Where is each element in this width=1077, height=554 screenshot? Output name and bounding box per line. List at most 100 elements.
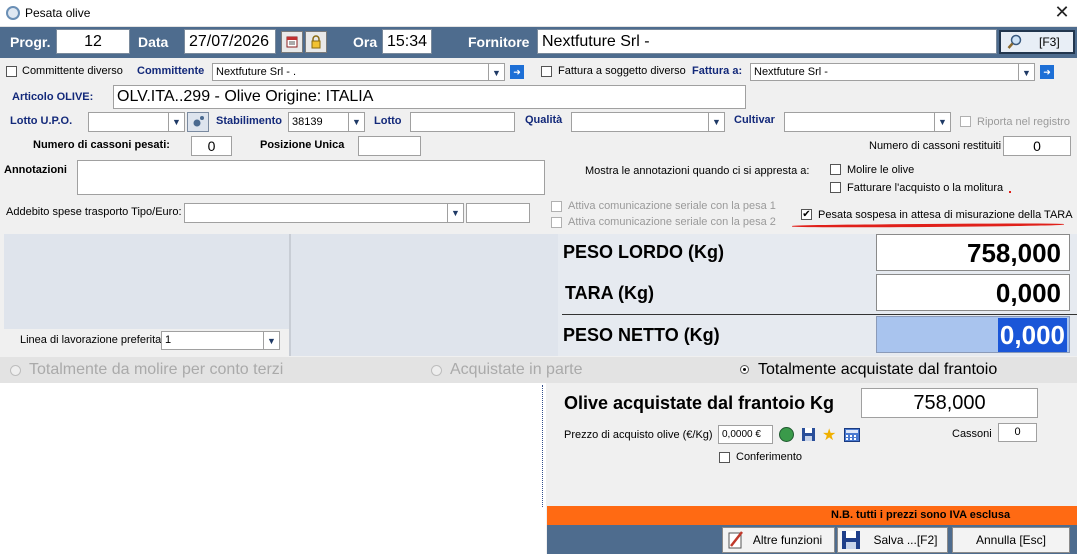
floppy-icon bbox=[841, 530, 861, 554]
lock-icon[interactable] bbox=[305, 31, 327, 53]
linea-label: Linea di lavorazione preferita bbox=[20, 334, 162, 346]
calendar-icon[interactable] bbox=[281, 31, 303, 53]
radio-acquistate-parte-label: Acquistate in parte bbox=[450, 361, 583, 378]
progr-label: Progr. bbox=[10, 34, 51, 50]
altre-funzioni-button[interactable]: Altre funzioni bbox=[722, 527, 835, 553]
stabilimento-label: Stabilimento bbox=[216, 115, 283, 127]
fattura-label: Fattura a: bbox=[692, 65, 743, 77]
cassoni-pesati-field[interactable]: 0 bbox=[191, 136, 232, 156]
addebito-label: Addebito spese trasporto Tipo/Euro: bbox=[6, 206, 182, 218]
title-bar bbox=[0, 0, 1077, 27]
committente-diverso-checkbox[interactable] bbox=[6, 66, 17, 77]
stabilimento-select[interactable]: 38139 ▼ bbox=[288, 112, 365, 132]
peso-netto-field[interactable]: 0,000 bbox=[876, 316, 1070, 353]
qualita-label: Qualità bbox=[525, 114, 563, 126]
articolo-field[interactable]: OLV.ITA..299 - Olive Origine: ITALIA bbox=[113, 85, 746, 109]
go-fattura-icon[interactable]: ➜ bbox=[1040, 65, 1054, 79]
cassoni-restituiti-field[interactable]: 0 bbox=[1003, 136, 1071, 156]
radio-molire-terzi[interactable] bbox=[10, 365, 21, 376]
save-icon[interactable] bbox=[801, 427, 816, 445]
chevron-down-icon[interactable]: ▼ bbox=[447, 204, 463, 222]
calculator-icon[interactable] bbox=[844, 428, 860, 445]
settings-icon[interactable] bbox=[187, 112, 209, 132]
cancel-button[interactable]: Annulla [Esc] bbox=[952, 527, 1070, 553]
addebito-tipo-select[interactable]: ▼ bbox=[184, 203, 464, 223]
red-dot bbox=[1009, 191, 1011, 193]
fatturare-checkbox[interactable] bbox=[830, 182, 841, 193]
peso-lordo-field[interactable]: 758,000 bbox=[876, 234, 1070, 271]
lotto-field[interactable] bbox=[410, 112, 515, 132]
cassoni-label: Cassoni bbox=[952, 428, 992, 440]
fattura-select[interactable]: Nextfuture Srl - ▼ bbox=[750, 63, 1035, 81]
fattura-diverso-checkbox[interactable] bbox=[541, 66, 552, 77]
committente-diverso-label: Committente diverso bbox=[22, 65, 123, 77]
cassoni-pesati-label: Numero di cassoni pesati: bbox=[33, 139, 170, 151]
cultivar-select[interactable]: ▼ bbox=[784, 112, 951, 132]
iva-note: N.B. tutti i prezzi sono IVA esclusa bbox=[831, 509, 1011, 521]
fornitore-field[interactable]: Nextfuture Srl - bbox=[537, 29, 997, 54]
qualita-select[interactable]: ▼ bbox=[571, 112, 725, 132]
cultivar-label: Cultivar bbox=[734, 114, 775, 126]
linea-select[interactable]: 1 ▼ bbox=[161, 331, 280, 350]
dotted-divider bbox=[542, 385, 543, 507]
linea-value: 1 bbox=[165, 334, 172, 346]
conferimento-label: Conferimento bbox=[736, 451, 803, 463]
pesata-sospesa-checkbox[interactable]: ✔ bbox=[801, 209, 812, 220]
tara-field[interactable]: 0,000 bbox=[876, 274, 1070, 311]
search-fornitore-button[interactable]: [F3] bbox=[999, 30, 1075, 54]
annotazioni-label: Annotazioni bbox=[4, 164, 67, 176]
prezzo-label: Prezzo di acquisto olive (€/Kg) bbox=[564, 429, 713, 441]
sum-divider bbox=[562, 314, 1077, 315]
committente-label: Committente bbox=[137, 65, 205, 77]
chevron-down-icon[interactable]: ▼ bbox=[1018, 64, 1034, 80]
chevron-down-icon[interactable]: ▼ bbox=[263, 332, 279, 349]
chevron-down-icon[interactable]: ▼ bbox=[348, 113, 364, 131]
time-field[interactable]: 15:34 bbox=[382, 29, 432, 54]
committente-value: Nextfuture Srl - . bbox=[216, 66, 297, 78]
radio-acquistate-parte[interactable] bbox=[431, 365, 442, 376]
left-image-panel bbox=[4, 234, 289, 329]
prezzo-field[interactable]: 0,0000 € bbox=[718, 425, 773, 444]
save-button[interactable]: Salva ...[F2] bbox=[837, 527, 948, 553]
seriale1-checkbox[interactable] bbox=[551, 201, 562, 212]
molire-checkbox[interactable] bbox=[830, 164, 841, 175]
posizione-unica-field[interactable] bbox=[358, 136, 421, 156]
chevron-down-icon[interactable]: ▼ bbox=[168, 113, 184, 131]
ora-label: Ora bbox=[353, 34, 378, 50]
fornitore-label: Fornitore bbox=[468, 34, 530, 50]
fatturare-label: Fatturare l'acquisto o la molitura bbox=[847, 182, 1004, 194]
refresh-icon[interactable] bbox=[779, 427, 794, 442]
lotto-upo-select[interactable]: ▼ bbox=[88, 112, 185, 132]
cassoni-field[interactable]: 0 bbox=[998, 423, 1037, 442]
pesata-sospesa-label: Pesata sospesa in attesa di misurazione … bbox=[818, 209, 1073, 221]
riporta-checkbox[interactable] bbox=[960, 116, 971, 127]
data-label: Data bbox=[138, 34, 169, 50]
altre-funzioni-label: Altre funzioni bbox=[752, 533, 823, 547]
seriale2-checkbox[interactable] bbox=[551, 217, 562, 228]
annotazioni-field[interactable] bbox=[77, 160, 545, 195]
cassoni-restituiti-label: Numero di cassoni restituiti bbox=[869, 140, 1002, 152]
radio-acquistate-frantoio[interactable] bbox=[740, 365, 749, 374]
molire-label: Molire le olive bbox=[847, 164, 915, 176]
iva-note-bar: N.B. tutti i prezzi sono IVA esclusa bbox=[547, 506, 1077, 525]
olive-acquistate-field[interactable]: 758,000 bbox=[861, 388, 1038, 418]
riporta-label: Riporta nel registro bbox=[977, 116, 1070, 128]
chevron-down-icon[interactable]: ▼ bbox=[934, 113, 950, 131]
seriale1-label: Attiva comunicazione seriale con la pesa… bbox=[568, 200, 776, 212]
mostra-label: Mostra le annotazioni quando ci si appre… bbox=[585, 165, 810, 177]
lower-left-area bbox=[0, 383, 546, 554]
go-committente-icon[interactable]: ➜ bbox=[510, 65, 524, 79]
date-field[interactable]: 27/07/2026 bbox=[184, 29, 276, 54]
lotto-label: Lotto bbox=[374, 115, 402, 127]
edit-icon bbox=[727, 530, 745, 554]
olive-acquistate-label: Olive acquistate dal frantoio Kg bbox=[564, 393, 835, 413]
chevron-down-icon[interactable]: ▼ bbox=[488, 64, 504, 80]
star-icon[interactable]: ★ bbox=[822, 425, 836, 445]
committente-select[interactable]: Nextfuture Srl - . ▼ bbox=[212, 63, 505, 81]
chevron-down-icon[interactable]: ▼ bbox=[708, 113, 724, 131]
search-button-label: [F3] bbox=[1039, 35, 1060, 49]
progr-field[interactable]: 12 bbox=[56, 29, 130, 54]
conferimento-checkbox[interactable] bbox=[719, 452, 730, 463]
addebito-euro-field[interactable] bbox=[466, 203, 530, 223]
close-icon[interactable]: ✕ bbox=[1052, 1, 1072, 23]
